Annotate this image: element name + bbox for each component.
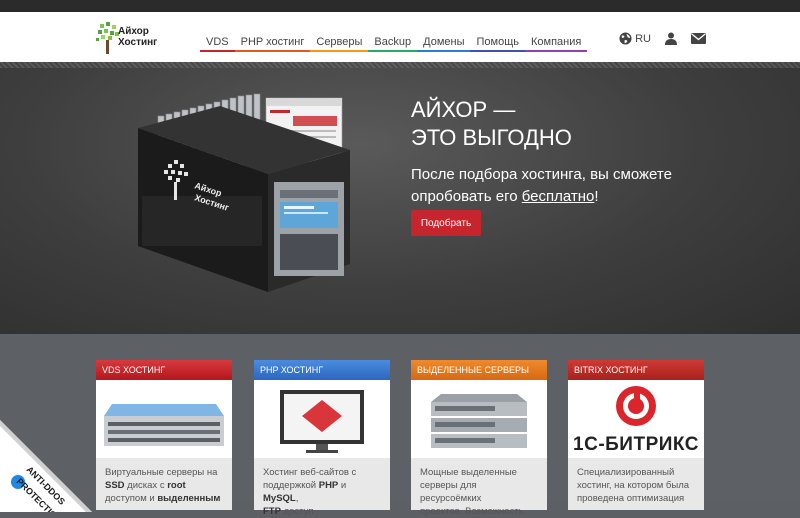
free-trial-link[interactable]: бесплатно — [522, 188, 595, 205]
bitrix-logo-text: 1С-БИТРИКС — [573, 434, 699, 455]
logo-text: Айхор Хостинг — [118, 26, 158, 48]
card-php-text: Хостинг веб-сайтов с поддержкой PHP и My… — [263, 467, 357, 517]
card-vds-image — [96, 380, 232, 458]
nav-item-vds[interactable]: VDS — [200, 34, 235, 52]
monitor-image — [280, 390, 364, 453]
card-vds-title: VDS ХОСТИНГ — [96, 360, 232, 380]
nav-item-backup[interactable]: Backup — [368, 34, 418, 52]
globe-icon — [619, 32, 632, 45]
choose-button[interactable]: Подобрать — [411, 210, 481, 236]
card-dedicated-text: Мощные выделенные серверы для ресурсоёмк… — [420, 467, 524, 517]
rack-server-image — [104, 404, 224, 446]
main-nav: VDS PHP хостинг Серверы Backup Домены По… — [200, 34, 588, 54]
nav-item-domains[interactable]: Домены — [417, 34, 471, 52]
hero-banner — [0, 62, 800, 334]
nav-item-help[interactable]: Помощь — [470, 34, 525, 52]
dedicated-servers-image — [431, 394, 527, 448]
card-bitrix-image: 1С-БИТРИКС — [568, 380, 704, 458]
header: Айхор Хостинг VDS PHP хостинг Серверы Bac… — [0, 12, 800, 62]
language-label: RU — [635, 32, 651, 45]
logo[interactable]: Айхор Хостинг — [96, 18, 176, 58]
nav-item-php-hosting[interactable]: PHP хостинг — [234, 34, 311, 52]
card-bitrix[interactable]: BITRIX ХОСТИНГ 1С-БИТРИКС Специализирова… — [568, 360, 704, 510]
server-illustration: Айхор Хостинг — [138, 93, 350, 292]
card-vds[interactable]: VDS ХОСТИНГ Виртуальные серверы на SSD д… — [96, 360, 232, 510]
language-switcher[interactable]: RU — [619, 32, 651, 45]
header-icons: RU — [619, 32, 706, 45]
card-vds-text: Виртуальные серверы на SSD дисках с root… — [105, 467, 221, 504]
tree-logo-icon — [96, 22, 119, 54]
card-php-image — [254, 380, 390, 458]
card-php-title: PHP ХОСТИНГ — [254, 360, 390, 380]
top-strip — [0, 0, 800, 12]
nav-item-company[interactable]: Компания — [524, 34, 588, 52]
card-bitrix-title: BITRIX ХОСТИНГ — [568, 360, 704, 380]
card-dedicated-title: ВЫДЕЛЕННЫЕ СЕРВЕРЫ — [411, 360, 547, 380]
mail-icon[interactable] — [691, 33, 706, 44]
user-icon[interactable] — [665, 32, 677, 45]
hero-top-band — [0, 62, 800, 68]
nav-item-servers[interactable]: Серверы — [310, 34, 369, 52]
card-bitrix-text: Специализированный хостинг, на котором б… — [577, 467, 690, 504]
card-php[interactable]: PHP ХОСТИНГ Хостинг веб-сайтов с поддерж… — [254, 360, 390, 517]
anti-ddos-badge[interactable]: ANTI-DDOS PROTECTION — [0, 402, 106, 512]
card-dedicated-image — [411, 380, 547, 458]
hero-title: АЙХОР — ЭТО ВЫГОДНО — [411, 97, 572, 150]
hero-subtitle: После подбора хостинга, вы сможете опроб… — [411, 166, 672, 205]
card-dedicated[interactable]: ВЫДЕЛЕННЫЕ СЕРВЕРЫ Мощные выделенные сер… — [411, 360, 547, 517]
